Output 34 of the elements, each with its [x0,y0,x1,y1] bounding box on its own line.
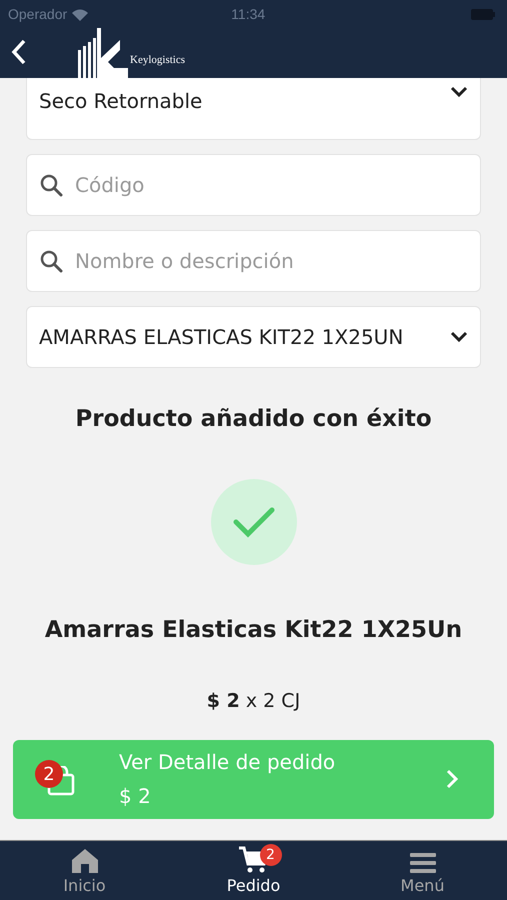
tab[interactable]: Menú [338,841,507,900]
product-price: $ 2 x 2 CJ [206,689,302,714]
button-label: Ver Detalle de pedido [119,749,336,776]
search-field[interactable]: Código [26,154,481,216]
product-name: Amarras Elasticas Kit22 1X25Un [44,616,464,644]
home-icon [70,848,98,874]
search-field[interactable]: Nombre o descripción [26,230,481,292]
dropdown[interactable]: AMARRAS ELASTICAS KIT22 1X25UN [26,306,481,368]
search-input[interactable]: Nombre o descripción [75,246,468,276]
chevron-down-icon [450,331,468,343]
chevron-down-icon [450,86,468,98]
tab[interactable]: Inicio [0,841,169,900]
carrier-text: Operador [8,4,68,24]
search-icon [39,249,63,273]
order-detail-button[interactable]: 2 Ver Detalle de pedido $ 2 [13,740,494,818]
menu-icon [410,852,436,874]
tab[interactable]: 2 Pedido [169,841,338,900]
back-icon [10,38,28,66]
order-total: $ 2 [119,783,151,810]
count-badge: 2 [260,844,282,866]
success-message: Producto añadido con éxito [74,405,433,434]
count-badge: 2 [35,760,63,788]
chevron-right-icon [446,769,458,789]
dropdown-value: AMARRAS ELASTICAS KIT22 1X25UN [39,324,404,351]
clock-text: 11:34 [231,4,266,24]
dropdown-value: Seco Retornable [39,88,202,115]
brand-name: Keylogistics [130,52,185,68]
dropdown[interactable]: Seco Retornable [26,78,481,140]
wifi-icon [71,8,90,20]
back-button[interactable] [10,38,28,66]
search-input[interactable]: Código [75,170,468,200]
battery-icon [471,8,495,20]
logo-icon [76,28,128,78]
search-icon [39,173,63,197]
